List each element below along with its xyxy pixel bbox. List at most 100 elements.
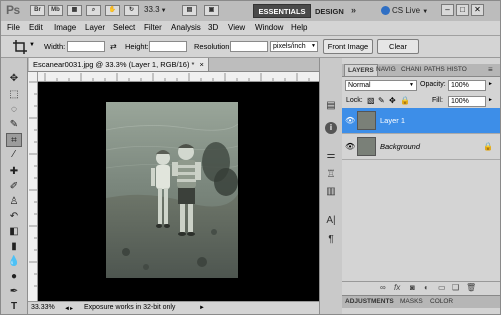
zoom-readout[interactable]: 33.33%	[31, 304, 55, 311]
menu-view[interactable]: View	[228, 23, 245, 32]
dodge-tool-icon[interactable]: ●	[6, 270, 22, 284]
move-tool-icon[interactable]: ✥	[6, 72, 22, 86]
lock-transparent-icon[interactable]: ▧	[367, 96, 375, 105]
menu-filter[interactable]: Filter	[144, 23, 162, 32]
bridge-icon[interactable]: Br	[30, 5, 45, 16]
menu-select[interactable]: Select	[113, 23, 135, 32]
width-field[interactable]	[67, 41, 105, 52]
zoom-level-select[interactable]: 33.3▼	[144, 5, 167, 14]
clone-source-icon[interactable]: ♖	[325, 169, 337, 181]
status-menu-icon[interactable]: ◄▸	[64, 305, 73, 312]
height-field[interactable]	[149, 41, 187, 52]
actions-panel-icon[interactable]: ▥	[325, 186, 337, 198]
menu-file[interactable]: File	[7, 23, 20, 32]
tab-color[interactable]: COLOR	[430, 298, 453, 305]
menu-help[interactable]: Help	[291, 23, 307, 32]
link-layers-icon[interactable]: ∞	[380, 283, 386, 292]
blur-tool-icon[interactable]: 💧	[6, 255, 22, 269]
workspace-design-button[interactable]: DESIGN	[315, 7, 344, 16]
arrange-documents-icon[interactable]: ▤	[182, 5, 197, 16]
fill-value: 100%	[451, 98, 469, 105]
menu-edit[interactable]: Edit	[29, 23, 43, 32]
gradient-tool-icon[interactable]: ▮	[6, 240, 22, 254]
marquee-tool-icon[interactable]: ⬚	[6, 88, 22, 102]
blend-mode-select[interactable]: Normal ▼	[345, 80, 417, 91]
more-workspaces-icon[interactable]: »	[351, 5, 356, 15]
tab-masks[interactable]: MASKS	[400, 298, 423, 305]
tab-paths[interactable]: PATHS	[424, 64, 445, 76]
crop-tool-icon[interactable]: ⌗	[6, 133, 22, 147]
lock-position-icon[interactable]: ✥	[389, 96, 396, 105]
front-image-button[interactable]: Front Image	[323, 39, 373, 54]
fill-slider-icon[interactable]: ►	[488, 97, 493, 103]
healing-brush-tool-icon[interactable]: ✚	[6, 165, 22, 179]
clear-button[interactable]: Clear	[377, 39, 419, 54]
fill-field[interactable]: 100%	[448, 96, 486, 107]
tab-navigator[interactable]: NAVIG	[376, 64, 396, 76]
history-panel-icon[interactable]: ▤	[325, 100, 337, 112]
workspace-essentials-button[interactable]: ESSENTIALS	[253, 4, 311, 18]
horizontal-ruler[interactable]	[37, 72, 319, 82]
chevron-down-icon[interactable]: ▼	[29, 42, 35, 48]
lasso-tool-icon[interactable]: ◌	[6, 103, 22, 117]
menu-window[interactable]: Window	[255, 23, 283, 32]
brush-presets-icon[interactable]: ⚌	[325, 150, 337, 162]
cs-live-button[interactable]: CS Live ▼	[381, 6, 428, 15]
eraser-tool-icon[interactable]: ◧	[6, 225, 22, 239]
history-brush-tool-icon[interactable]: ↶	[6, 210, 22, 224]
clone-stamp-tool-icon[interactable]: ♙	[6, 195, 22, 209]
eyedropper-tool-icon[interactable]: ⁄	[6, 148, 22, 162]
close-tab-icon[interactable]: ×	[200, 60, 204, 69]
tab-history[interactable]: HISTO	[447, 64, 467, 76]
layers-panel: LAYERS NAVIG CHANI PATHS HISTO ≡ Normal ▼…	[342, 58, 500, 314]
vertical-ruler[interactable]	[28, 72, 38, 302]
brush-tool-icon[interactable]: ✐	[6, 180, 22, 194]
status-arrow-icon[interactable]: ►	[199, 305, 205, 311]
swap-dimensions-icon[interactable]: ⇄	[110, 42, 117, 51]
layer-row-layer-1[interactable]: 👁 Layer 1	[342, 108, 500, 134]
quick-selection-tool-icon[interactable]: ✎	[6, 118, 22, 132]
info-panel-icon[interactable]: i	[325, 122, 337, 134]
trash-icon[interactable]: 🗑	[466, 283, 476, 292]
lock-image-icon[interactable]: ✎	[378, 96, 385, 105]
add-mask-icon[interactable]: ◙	[410, 283, 415, 292]
canvas-area[interactable]	[38, 82, 319, 302]
adjustment-layer-icon[interactable]: ◐	[424, 283, 429, 292]
opacity-slider-icon[interactable]: ►	[488, 81, 493, 87]
maximize-button[interactable]: □	[456, 4, 469, 16]
eye-icon[interactable]: 👁	[345, 116, 355, 125]
close-button[interactable]: ✕	[471, 4, 484, 16]
hand-tool-icon[interactable]: ✋	[105, 5, 120, 16]
crop-tool-icon[interactable]	[13, 40, 27, 54]
document-tab[interactable]: Escanear0031.jpg @ 33.3% (Layer 1, RGB/1…	[29, 58, 209, 71]
rotate-view-icon[interactable]: ↻	[124, 5, 139, 16]
opacity-field[interactable]: 100%	[448, 80, 486, 91]
grid-icon[interactable]: ▦	[67, 5, 82, 16]
resolution-unit-select[interactable]: pixels/inch ▼	[270, 41, 318, 52]
menu-image[interactable]: Image	[54, 23, 76, 32]
menu-analysis[interactable]: Analysis	[171, 23, 201, 32]
resolution-field[interactable]	[230, 41, 268, 52]
pen-tool-icon[interactable]: ✒	[6, 285, 22, 299]
type-tool-icon[interactable]: T	[6, 300, 22, 314]
new-group-icon[interactable]: ▭	[438, 283, 446, 292]
character-panel-icon[interactable]: A|	[325, 215, 337, 227]
eye-icon[interactable]: 👁	[345, 142, 355, 151]
lock-all-icon[interactable]: 🔒	[400, 96, 410, 105]
photoshop-window: Ps Br Mb ▦ ⌕ ✋ ↻ 33.3▼ ▤ ▣ ESSENTIALS DE…	[0, 0, 501, 315]
new-layer-icon[interactable]: ❑	[452, 283, 459, 292]
screen-mode-icon[interactable]: ▣	[204, 5, 219, 16]
tab-layers[interactable]: LAYERS	[344, 64, 378, 76]
menu-layer[interactable]: Layer	[85, 23, 105, 32]
paragraph-panel-icon[interactable]: ¶	[325, 234, 337, 246]
panel-menu-icon[interactable]: ≡	[488, 64, 493, 76]
tab-adjustments[interactable]: ADJUSTMENTS	[345, 298, 394, 305]
minimize-button[interactable]: –	[441, 4, 454, 16]
layer-row-background[interactable]: 👁 Background 🔒	[342, 134, 500, 160]
collapsed-panels-dock: ▤ i ⚌ ♖ ▥ A| ¶	[319, 58, 343, 314]
zoom-tool-icon[interactable]: ⌕	[86, 5, 101, 16]
fx-icon[interactable]: fx	[394, 283, 400, 292]
mini-bridge-icon[interactable]: Mb	[48, 5, 63, 16]
tab-channels[interactable]: CHANI	[401, 64, 421, 76]
menu-3d[interactable]: 3D	[208, 23, 218, 32]
